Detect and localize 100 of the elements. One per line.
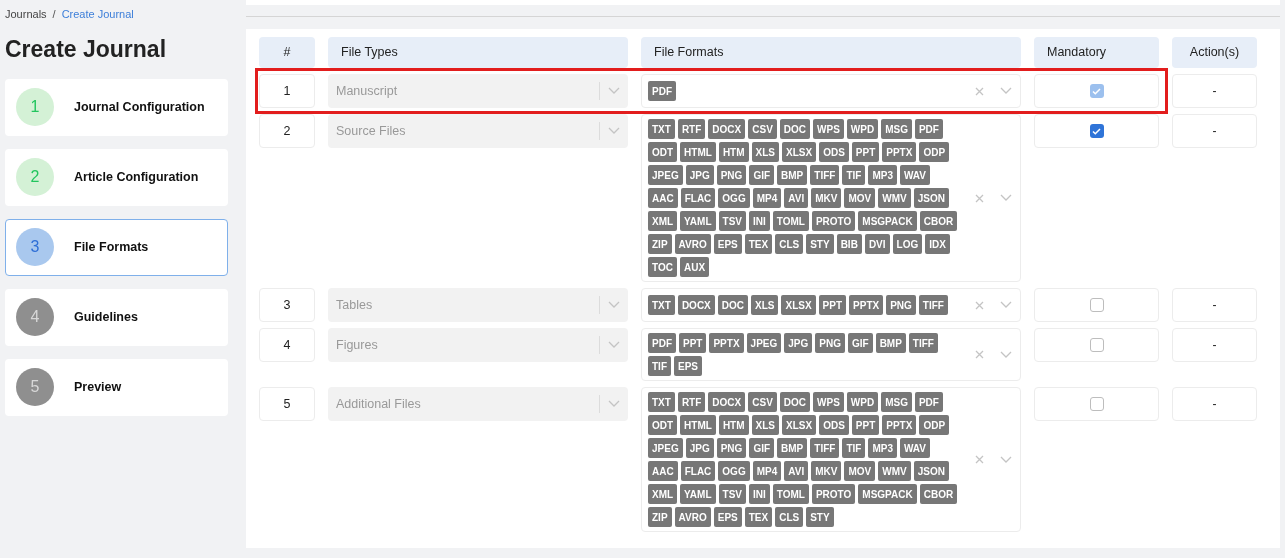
- format-tag: CBOR: [919, 484, 958, 504]
- clear-icon[interactable]: [975, 193, 984, 203]
- format-tag: DOCX: [677, 295, 715, 315]
- file-type-select[interactable]: Additional Files: [328, 387, 628, 421]
- mandatory-checkbox[interactable]: [1089, 124, 1104, 138]
- format-tag: INI: [749, 484, 770, 504]
- format-tag: JPEG: [746, 333, 782, 353]
- file-formats-select[interactable]: [641, 114, 1021, 282]
- step-number: 1: [16, 88, 54, 126]
- format-tag: PPT: [851, 415, 880, 435]
- step-card[interactable]: 3 File Formats: [5, 218, 228, 276]
- action-cell: -: [1172, 74, 1257, 108]
- format-tag: AUX: [679, 257, 710, 277]
- format-tag: DOC: [779, 392, 811, 412]
- chevron-down-icon: [608, 341, 620, 349]
- breadcrumb-link[interactable]: Create Journal: [61, 6, 134, 23]
- format-tag: PPT: [679, 333, 707, 353]
- format-tag: JPEG: [648, 165, 683, 185]
- format-tag: INI: [749, 211, 770, 231]
- chevron-down-icon: [608, 301, 620, 309]
- file-type-select[interactable]: Manuscript: [328, 74, 628, 108]
- format-tag: MP3: [868, 165, 897, 185]
- format-tag: PROTO: [811, 211, 856, 231]
- clear-icon[interactable]: [975, 86, 984, 96]
- format-tag: EPS: [713, 507, 742, 527]
- mandatory-checkbox[interactable]: [1089, 338, 1104, 352]
- file-type-select[interactable]: Tables: [328, 288, 628, 322]
- column-header: #: [259, 37, 315, 68]
- chevron-down-icon: [1000, 194, 1012, 202]
- format-tag: TXT: [648, 119, 675, 139]
- format-tag: MSGPACK: [858, 484, 917, 504]
- format-tag: CSV: [748, 119, 777, 139]
- file-formats-select[interactable]: TXT DOCX DOC XLS XLSX PPT PPTX PNG TIFF: [641, 288, 1021, 322]
- file-type-select[interactable]: Figures: [328, 328, 628, 362]
- breadcrumb-separator: /: [52, 7, 56, 22]
- file-type-select[interactable]: Source Files: [328, 114, 628, 148]
- chevron-down-icon: [1000, 87, 1012, 95]
- format-tag: JSON: [913, 461, 949, 481]
- format-tag: PNG: [815, 333, 845, 353]
- format-tag: TIFF: [918, 295, 948, 315]
- step-number: 3: [16, 228, 54, 266]
- format-tag: MKV: [811, 188, 842, 208]
- format-tag: PPTX: [882, 415, 917, 435]
- format-tag: AAC: [648, 188, 678, 208]
- format-tag: PNG: [716, 438, 747, 458]
- file-formats-select[interactable]: PDF PPT PPTX JPEG JPG PNG GIF BMP TIFF TIF EPS: [641, 328, 1021, 381]
- format-tag: WPS: [813, 392, 844, 412]
- file-formats-select[interactable]: [641, 387, 1021, 532]
- format-tag: JPG: [685, 438, 714, 458]
- format-tag: JPG: [685, 165, 714, 185]
- format-tag: BMP: [875, 333, 906, 353]
- format-tag: PNG: [886, 295, 916, 315]
- format-tag: YAML: [680, 484, 716, 504]
- format-tag: XLSX: [781, 295, 816, 315]
- format-tag: ODP: [919, 415, 950, 435]
- format-tag: HTML: [680, 415, 716, 435]
- format-tag: LOG: [892, 234, 923, 254]
- format-tag: WPS: [813, 119, 844, 139]
- format-tag: HTM: [718, 415, 749, 435]
- format-tag: TSV: [718, 484, 746, 504]
- format-tag: EPS: [674, 356, 702, 376]
- mandatory-checkbox[interactable]: [1089, 397, 1104, 411]
- format-tag: TOML: [772, 211, 809, 231]
- format-tag: TIF: [648, 356, 671, 376]
- format-tag: GIF: [749, 438, 775, 458]
- format-tag: PNG: [716, 165, 747, 185]
- format-tag: PDF: [648, 81, 676, 101]
- clear-icon[interactable]: [975, 300, 984, 310]
- format-tag: MP3: [868, 438, 897, 458]
- action-cell: -: [1172, 328, 1257, 362]
- action-cell: -: [1172, 114, 1257, 148]
- format-tag: XLS: [751, 142, 779, 162]
- clear-icon[interactable]: [975, 350, 984, 359]
- check-icon: [1092, 127, 1101, 135]
- step-number: 4: [16, 298, 54, 336]
- format-tag: ZIP: [648, 234, 672, 254]
- row-number: 1: [259, 74, 315, 108]
- file-formats-select[interactable]: PDF: [641, 74, 1021, 108]
- format-tag: AVRO: [674, 234, 711, 254]
- step-card[interactable]: 4 Guidelines: [5, 288, 228, 346]
- step-card[interactable]: 5 Preview: [5, 358, 228, 416]
- format-tag: WAV: [899, 438, 930, 458]
- format-tag: DOCX: [708, 119, 746, 139]
- format-tag: AVI: [784, 461, 809, 481]
- clear-icon[interactable]: [975, 455, 984, 464]
- format-tag: XML: [648, 484, 678, 504]
- step-card[interactable]: 1 Journal Configuration: [5, 78, 228, 136]
- row-number: 5: [259, 387, 315, 421]
- format-tag: TIFF: [810, 438, 840, 458]
- format-tag: ODS: [819, 415, 849, 435]
- format-tag: BMP: [777, 438, 808, 458]
- breadcrumb-link[interactable]: Journals: [5, 6, 47, 23]
- step-label: Preview: [74, 378, 122, 396]
- format-tag: WAV: [899, 165, 930, 185]
- mandatory-checkbox[interactable]: [1089, 298, 1104, 312]
- format-tag: AVRO: [674, 507, 711, 527]
- step-number: 5: [16, 368, 54, 406]
- step-card[interactable]: 2 Article Configuration: [5, 148, 228, 206]
- format-tag: ODT: [648, 415, 678, 435]
- chevron-down-icon: [608, 400, 620, 408]
